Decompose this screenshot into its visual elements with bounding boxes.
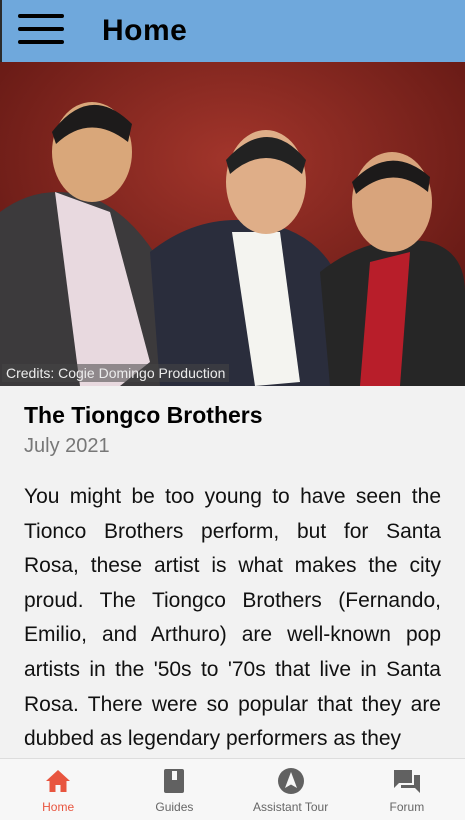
nav-label-home: Home — [42, 800, 75, 814]
bottom-navigation: Home Guides Assistant Tour Forum — [0, 758, 465, 820]
nav-label-assistant-tour: Assistant Tour — [253, 800, 329, 814]
nav-home[interactable]: Home — [0, 759, 116, 820]
article-title: The Tiongco Brothers — [24, 402, 263, 428]
nav-label-forum: Forum — [389, 800, 425, 814]
page-title: Home — [102, 14, 188, 47]
book-icon — [160, 767, 188, 795]
hero-image: Credits: Cogie Domingo Production — [0, 62, 465, 386]
forum-icon — [393, 767, 421, 795]
home-icon — [44, 767, 72, 795]
article-date: July 2021 — [24, 435, 110, 457]
brothers-photo — [0, 62, 465, 386]
nav-guides[interactable]: Guides — [116, 759, 232, 820]
photo-credits: Credits: Cogie Domingo Production — [2, 364, 230, 382]
app-header: Home — [0, 0, 465, 62]
nav-assistant-tour[interactable]: Assistant Tour — [233, 759, 349, 820]
navigation-icon — [277, 767, 305, 795]
hamburger-menu-icon[interactable] — [18, 12, 66, 46]
article-body: You might be too young to have seen the … — [24, 485, 441, 751]
nav-forum[interactable]: Forum — [349, 759, 465, 820]
nav-label-guides: Guides — [155, 800, 194, 814]
article: The Tiongco Brothers July 2021 You might… — [0, 386, 465, 758]
